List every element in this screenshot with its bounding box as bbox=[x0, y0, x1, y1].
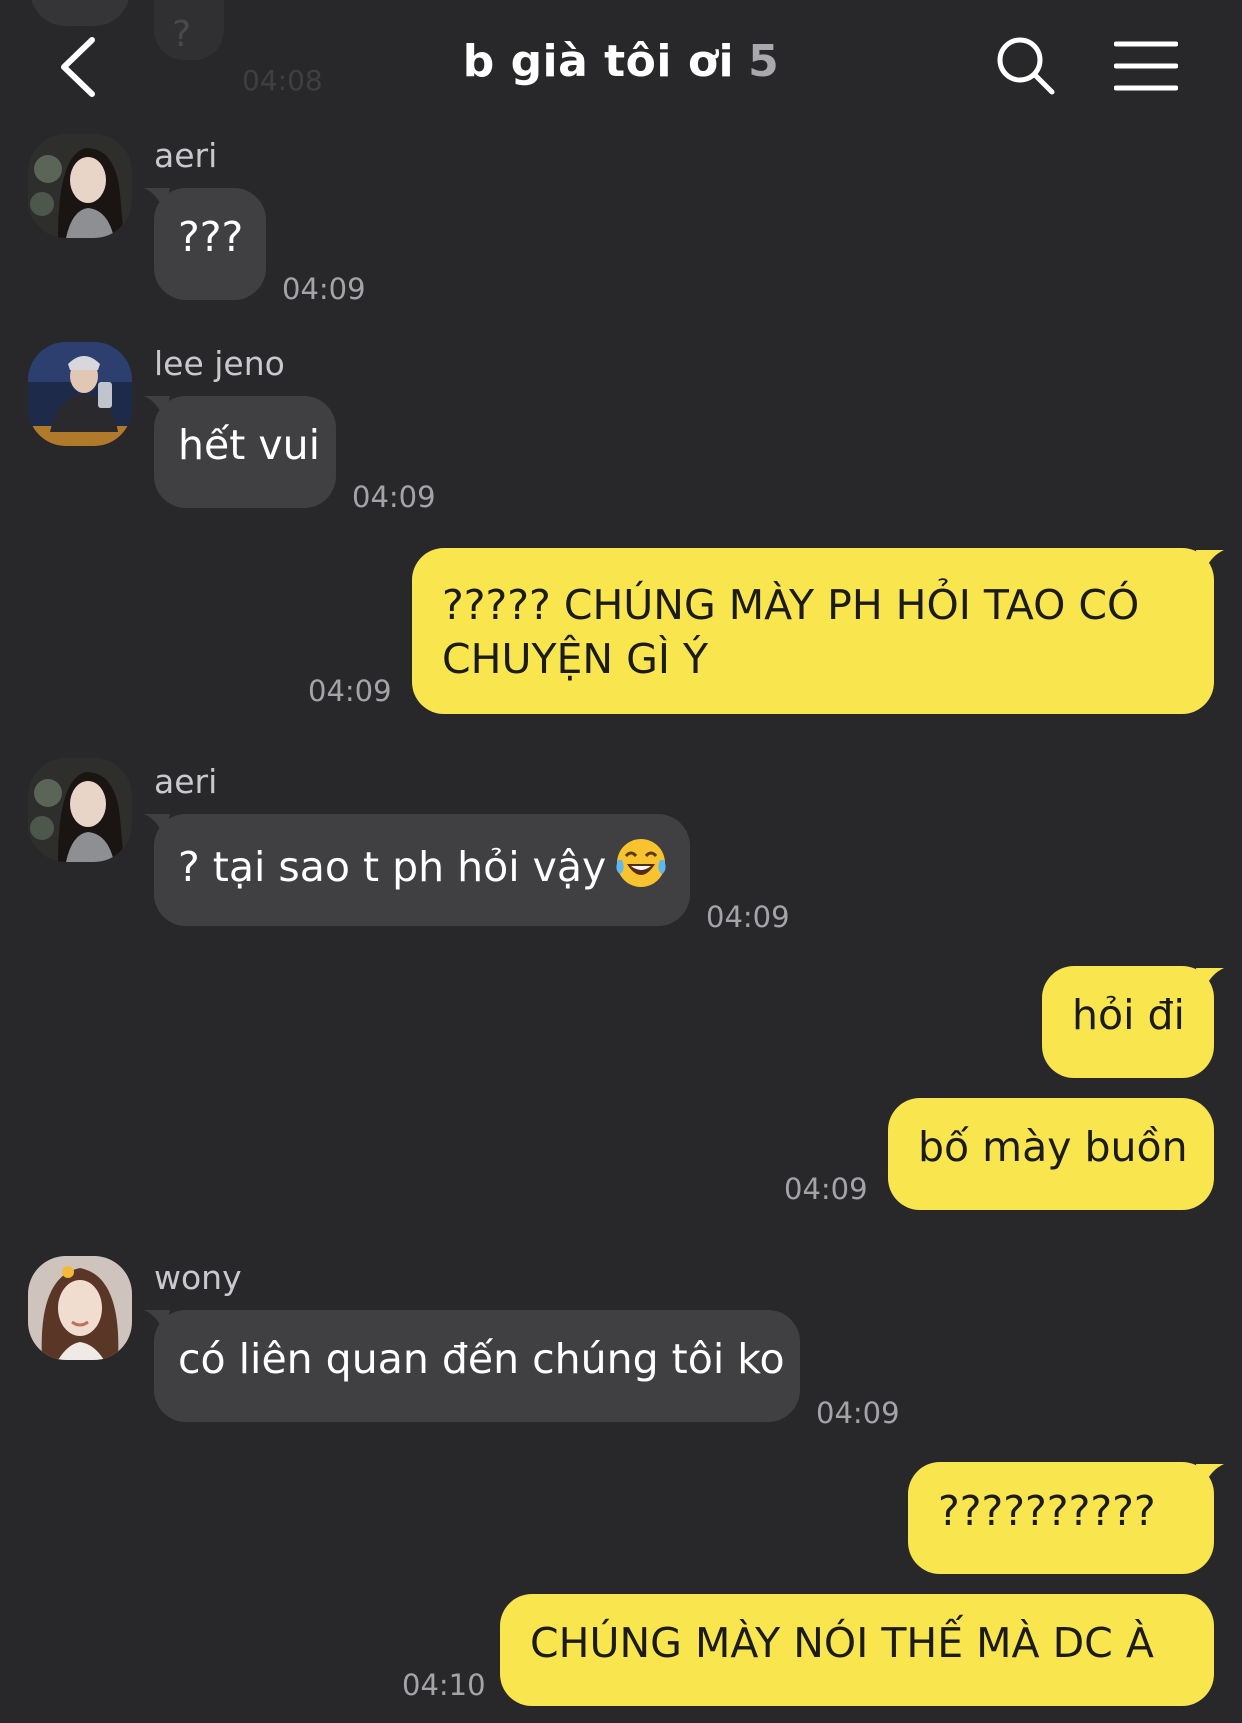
message-time: 04:09 bbox=[784, 1172, 868, 1206]
message-text: có liên quan đến chúng tôi ko bbox=[178, 1335, 785, 1383]
avatar-image bbox=[28, 342, 132, 446]
hamburger-menu-icon bbox=[1113, 41, 1179, 91]
message-bubble[interactable]: bố mày buồn bbox=[888, 1098, 1214, 1210]
message-bubble[interactable]: ????? CHÚNG MÀY PH HỎI TAO CÓ CHUYỆN GÌ … bbox=[412, 548, 1214, 714]
message-text: hết vui bbox=[178, 421, 320, 469]
sender-name: aeri bbox=[154, 762, 218, 801]
message-bubble[interactable]: có liên quan đến chúng tôi ko bbox=[154, 1310, 800, 1422]
chat-name: b già tôi ơi bbox=[462, 36, 735, 87]
message-text-line: CHUYỆN GÌ Ý bbox=[442, 635, 709, 683]
avatar-image bbox=[28, 1256, 132, 1360]
avatar-lee-jeno[interactable] bbox=[28, 342, 132, 446]
search-icon bbox=[997, 37, 1055, 95]
message-bubble[interactable]: hết vui bbox=[154, 396, 336, 508]
sender-name: wony bbox=[154, 1258, 242, 1297]
message-bubble[interactable]: hỏi đi bbox=[1042, 966, 1214, 1078]
message-text-line: ????? CHÚNG MÀY PH HỎI TAO CÓ bbox=[442, 581, 1140, 629]
bubble-tail bbox=[1196, 550, 1224, 576]
face-with-tears-of-joy-icon bbox=[616, 839, 666, 887]
message-text: CHÚNG MÀY NÓI THẾ MÀ DC À bbox=[530, 1619, 1154, 1667]
avatar-aeri[interactable] bbox=[28, 758, 132, 862]
message-text: ? tại sao t ph hỏi vậy bbox=[178, 843, 607, 891]
message-time: 04:09 bbox=[308, 674, 392, 708]
avatar-wony[interactable] bbox=[28, 1256, 132, 1360]
member-count: 5 bbox=[748, 36, 780, 87]
avatar-aeri[interactable] bbox=[28, 134, 132, 238]
menu-button[interactable] bbox=[1113, 38, 1179, 94]
avatar-image bbox=[28, 134, 132, 238]
chat-header: b già tôi ơi 5 bbox=[0, 0, 1242, 130]
sender-name: aeri bbox=[154, 136, 218, 175]
sender-name: lee jeno bbox=[154, 344, 285, 383]
message-time: 04:09 bbox=[352, 480, 436, 514]
avatar-image bbox=[28, 758, 132, 862]
message-bubble[interactable]: ? tại sao t ph hỏi vậy bbox=[154, 814, 690, 926]
message-text: ?????????? bbox=[938, 1487, 1156, 1535]
message-time: 04:09 bbox=[282, 272, 366, 306]
bubble-tail bbox=[1196, 1464, 1224, 1490]
message-text: hỏi đi bbox=[1072, 991, 1185, 1039]
message-time: 04:09 bbox=[706, 900, 790, 934]
search-button[interactable] bbox=[994, 34, 1058, 98]
bubble-tail bbox=[1196, 968, 1224, 994]
message-time: 04:09 bbox=[816, 1396, 900, 1430]
message-text: ??? bbox=[178, 213, 244, 261]
message-time: 04:10 bbox=[402, 1668, 486, 1702]
message-bubble[interactable]: CHÚNG MÀY NÓI THẾ MÀ DC À bbox=[500, 1594, 1214, 1706]
message-bubble[interactable]: ?????????? bbox=[908, 1462, 1214, 1574]
message-text: bố mày buồn bbox=[918, 1123, 1188, 1171]
message-bubble[interactable]: ??? bbox=[154, 188, 266, 300]
